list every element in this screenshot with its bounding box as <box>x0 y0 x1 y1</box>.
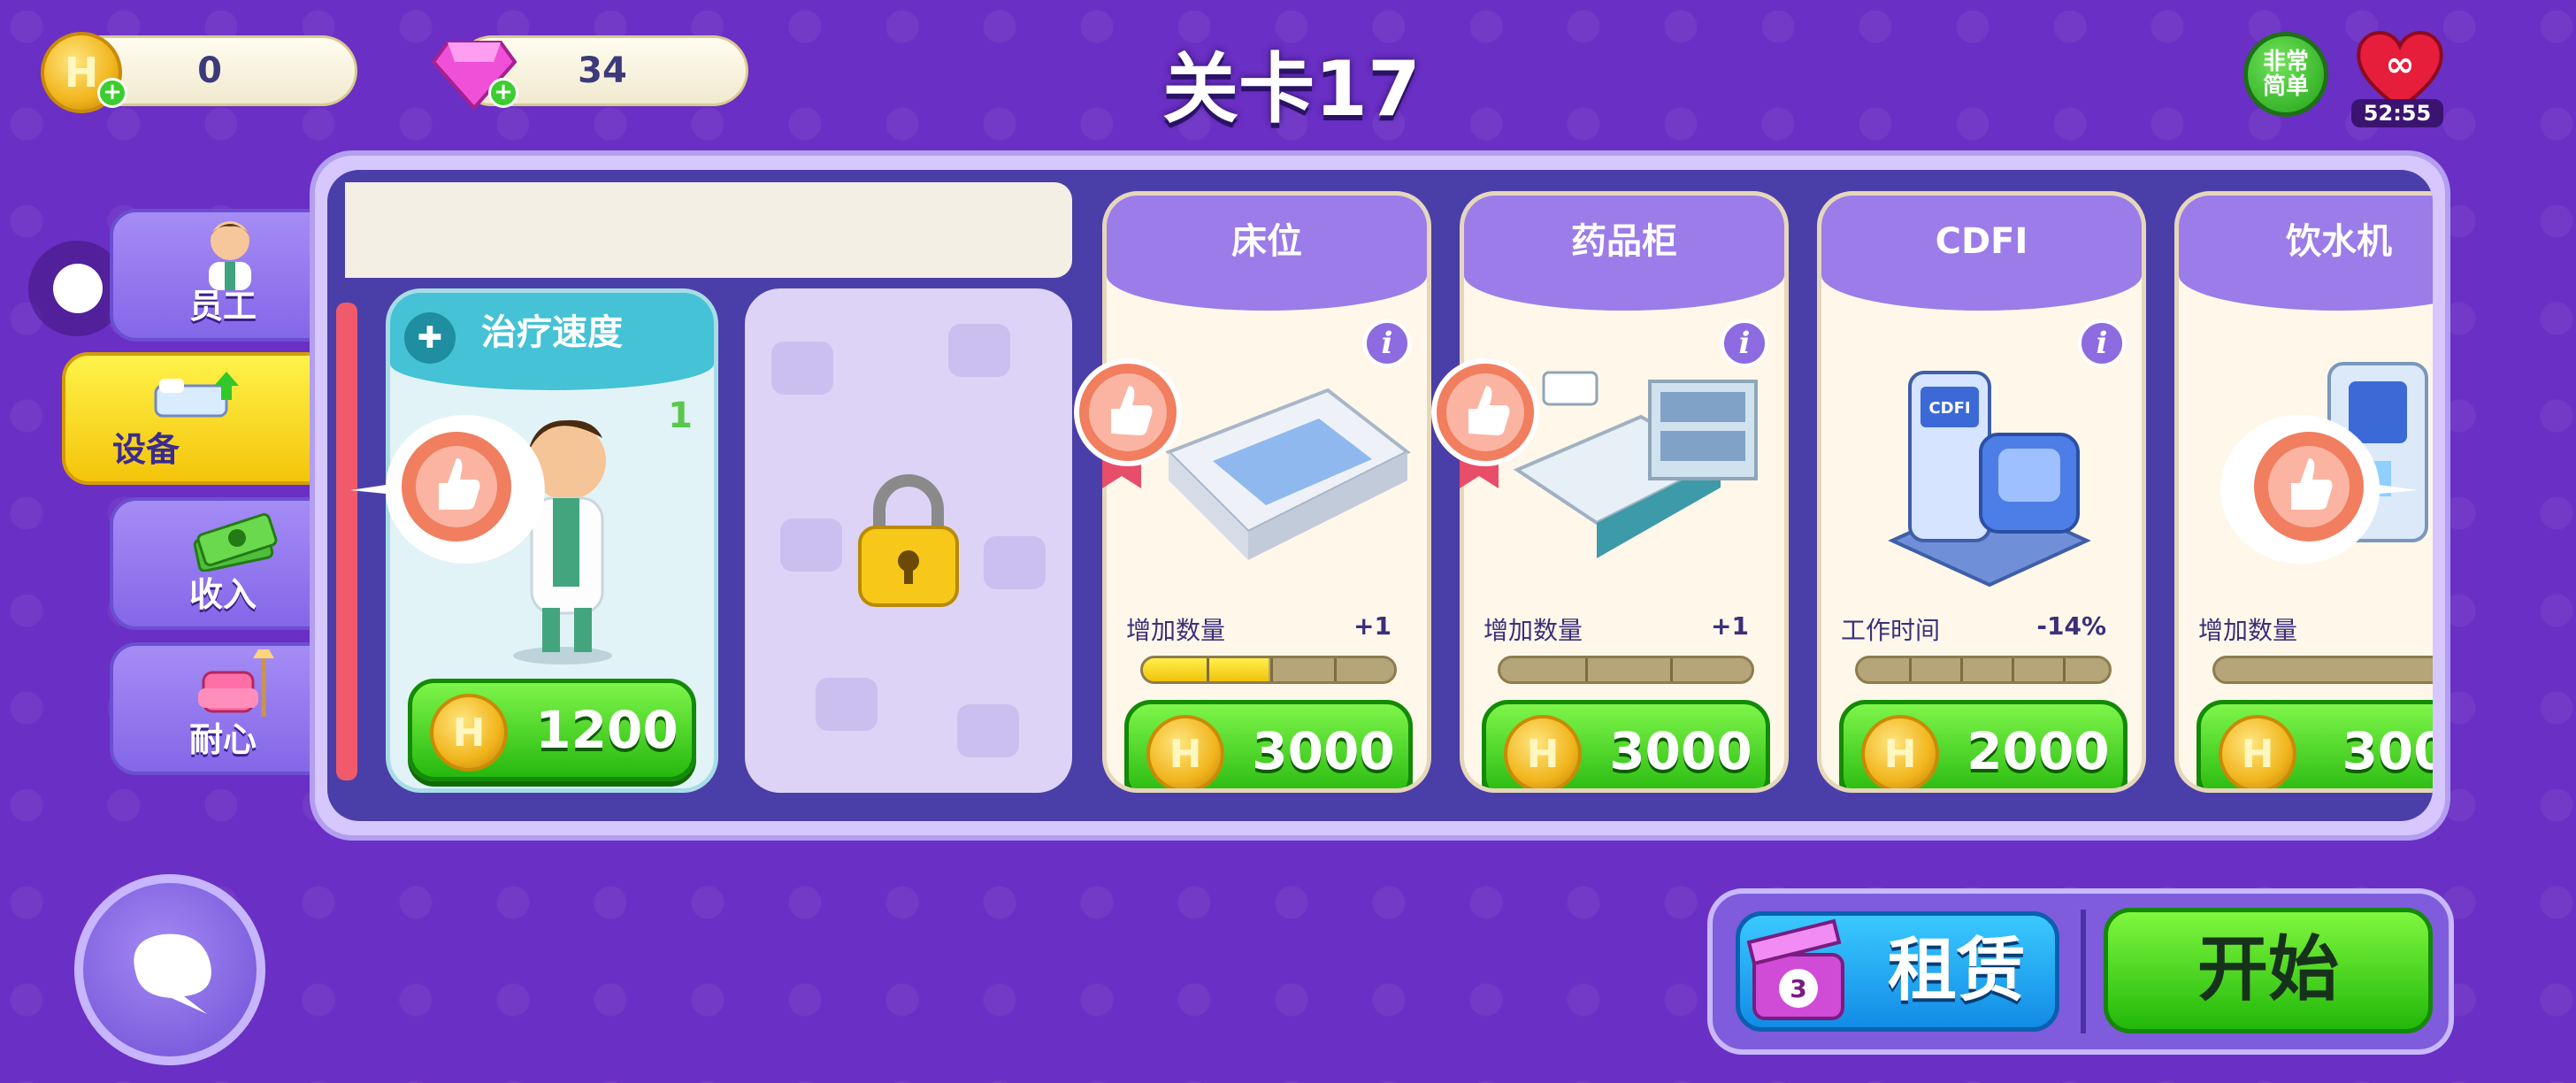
tab-label: 耐心 <box>188 720 257 759</box>
tab-staff[interactable]: 员工 <box>110 209 336 342</box>
medicine-cabinet-icon <box>1513 371 1758 558</box>
buy-button[interactable]: H 3000 <box>1124 700 1413 788</box>
speech-bubble-icon <box>134 933 211 1014</box>
coin-icon: H <box>430 694 508 772</box>
recommend-thumb-icon <box>1074 358 1182 488</box>
buy-button[interactable]: H 2000 <box>1839 700 2128 788</box>
clapperboard-icon: 3 <box>1746 918 1844 1020</box>
chat-button[interactable] <box>74 874 265 1065</box>
lives-timer: 52:55 <box>2351 99 2443 127</box>
coin-icon: H <box>2219 715 2296 788</box>
svg-text:∞: ∞ <box>2385 44 2414 85</box>
equipment-title: CDFI <box>1821 196 2142 311</box>
gem-count: 34 <box>578 50 627 91</box>
tab-label: 收入 <box>188 575 257 614</box>
staff-level: 1 <box>668 396 693 436</box>
rent-button[interactable]: 3 租赁 <box>1736 911 2059 1032</box>
coin-icon: H <box>1146 715 1224 788</box>
tab-label: 设备 <box>111 430 180 469</box>
buy-button[interactable]: H 300 <box>2196 700 2433 788</box>
recommend-thumb-icon <box>1431 358 1539 488</box>
coin-icon: H <box>1504 715 1582 788</box>
stat-label: 增加数量 <box>1484 616 1583 645</box>
stat-value: +1 <box>1353 611 1392 641</box>
shop-panel[interactable]: 治疗速度 ✚ 1 H 1200 床位 i 增加数量 +1 H 3000 药品柜 … <box>327 170 2433 821</box>
tab-income[interactable]: 收入 <box>110 497 336 630</box>
rent-label: 租赁 <box>1887 931 2026 1010</box>
staff-recommend-bubble <box>350 414 545 564</box>
difficulty-badge: 非常 简单 <box>2243 32 2328 117</box>
stat-label: 增加数量 <box>2198 616 2298 645</box>
svg-text:3: 3 <box>1790 974 1806 1003</box>
coin-count: 0 <box>197 50 222 91</box>
upgrade-progress-bar <box>2212 656 2433 684</box>
tab-label: 员工 <box>188 287 257 326</box>
stat-value: +1 <box>1711 611 1749 641</box>
equipment-recommend-bubble <box>2220 415 2419 564</box>
price-label: 300 <box>2342 721 2433 781</box>
locked-staff-card <box>745 288 1072 793</box>
action-divider <box>2081 910 2086 1033</box>
add-gems-icon[interactable]: + <box>488 78 518 108</box>
price-label: 3000 <box>1609 721 1752 781</box>
progress-fill <box>1143 658 1269 681</box>
upgrade-progress-bar <box>1498 656 1754 684</box>
equipment-title: 药品柜 <box>1464 196 1784 311</box>
price-label: 1200 <box>535 700 678 760</box>
equipment-card-bed[interactable]: 床位 i 增加数量 +1 H 3000 <box>1102 191 1431 793</box>
price-label: 2000 <box>1966 721 2110 781</box>
add-coins-icon[interactable]: + <box>97 78 127 108</box>
equipment-card-cabinet[interactable]: 药品柜 i 增加数量 +1 H 3000 <box>1460 191 1789 793</box>
bone-icon: ✚ <box>404 312 456 364</box>
staff-buy-button[interactable]: H 1200 <box>408 679 696 781</box>
svg-text:CDFI: CDFI <box>1928 399 1970 418</box>
armchair-icon <box>198 649 274 717</box>
bed-upgrade-icon <box>154 372 239 418</box>
upgrade-progress-bar <box>1855 656 2112 684</box>
stat-value: -14% <box>2036 611 2106 641</box>
tab-equipment[interactable]: 设备 <box>62 352 336 485</box>
cdfi-machine-icon: CDFI <box>1888 371 2091 588</box>
coin-icon: H <box>1861 715 1939 788</box>
level-title: 关卡17 <box>1162 45 1421 134</box>
price-label: 3000 <box>1252 721 1395 781</box>
buy-button[interactable]: H 3000 <box>1482 700 1770 788</box>
stat-label: 工作时间 <box>1841 616 1941 645</box>
cash-stack-icon <box>193 512 278 572</box>
upgrade-progress-bar <box>1140 656 1397 684</box>
equipment-title: 饮水机 <box>2179 196 2433 311</box>
equipment-card-cdfi[interactable]: CDFI i CDFI 工作时间 -14% H 2000 <box>1817 191 2146 793</box>
start-button[interactable]: 开始 <box>2104 908 2433 1033</box>
info-bar <box>345 182 1072 278</box>
hospital-bed-icon <box>1165 388 1411 560</box>
equipment-title: 床位 <box>1107 196 1427 311</box>
lock-icon <box>858 474 959 607</box>
stat-label: 增加数量 <box>1126 616 1226 645</box>
tab-patience[interactable]: 耐心 <box>110 642 336 775</box>
